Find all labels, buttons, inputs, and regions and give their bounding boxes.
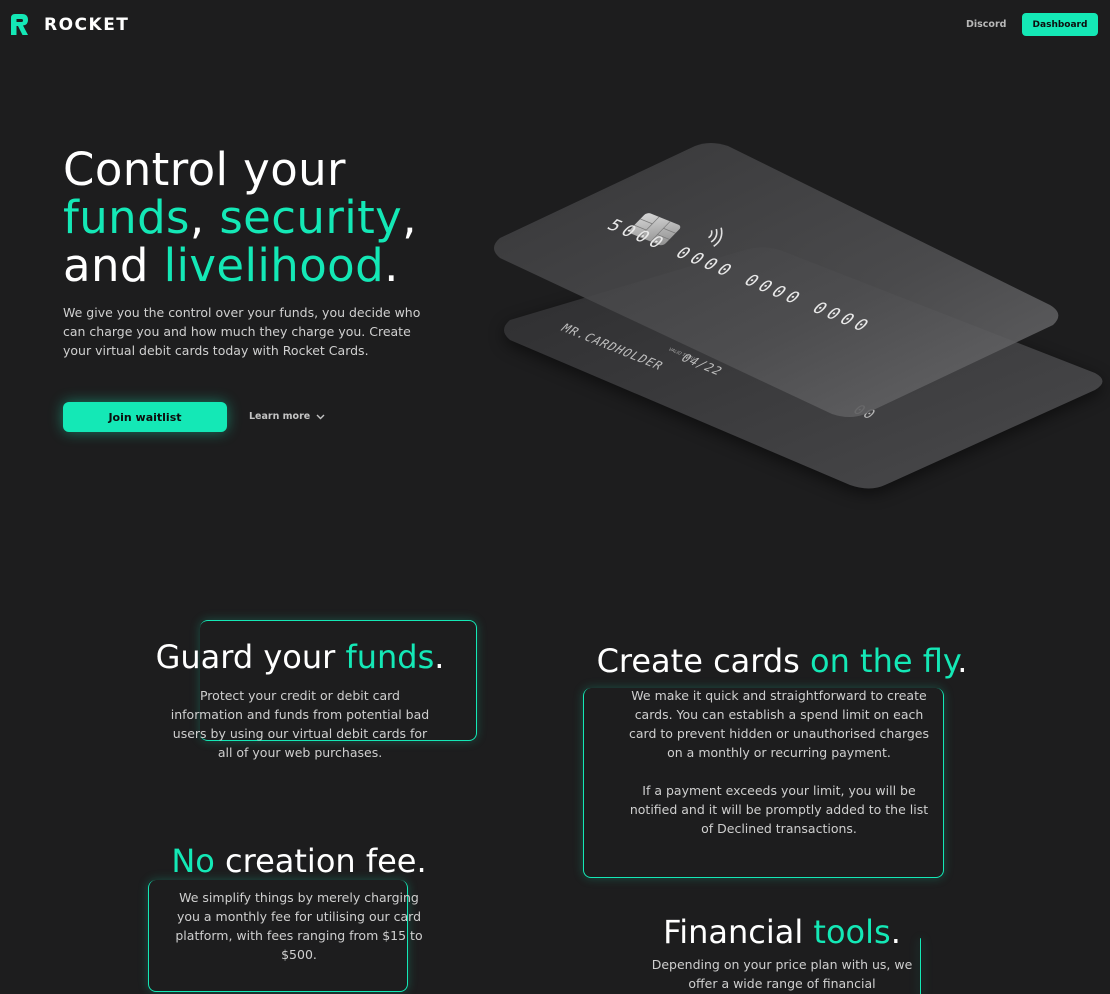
feature-guard-title-pre: Guard your	[155, 638, 346, 676]
feature-create-body: We make it quick and straightforward to …	[629, 688, 929, 760]
hero-title-and: and	[63, 239, 164, 292]
feature-guard-title-post: .	[434, 638, 445, 676]
feature-tools-body: Depending on your price plan with us, we…	[651, 957, 913, 991]
feature-financial-tools: Financial tools. Depending on your price…	[632, 913, 932, 993]
feature-fee-title-accent: No	[171, 842, 215, 880]
feature-guard-body: Protect your credit or debit card inform…	[170, 688, 430, 760]
feature-tools-title: Financial tools.	[632, 913, 932, 951]
dashboard-button[interactable]: Dashboard	[1022, 13, 1098, 36]
hero-title-comma2: ,	[402, 191, 417, 244]
hero-title-security: security	[219, 191, 403, 244]
feature-fee-title: No creation fee.	[140, 842, 458, 880]
feature-fee-title-post: creation fee.	[214, 842, 427, 880]
discord-link[interactable]: Discord	[966, 19, 1006, 30]
feature-tools-title-pre: Financial	[663, 913, 814, 951]
feature-no-fee: No creation fee. We simplify things by m…	[140, 842, 458, 964]
hero-title-line1: Control your	[63, 143, 346, 196]
hero-title-livelihood: livelihood	[163, 239, 385, 292]
hero-description: We give you the control over your funds,…	[63, 305, 421, 358]
feature-create-title: Create cards on the fly.	[572, 642, 992, 680]
learn-more-label: Learn more	[249, 411, 311, 422]
feature-create-cards: Create cards on the fly. We make it quic…	[572, 642, 992, 838]
feature-create-title-pre: Create cards	[596, 642, 811, 680]
chevron-down-icon	[316, 414, 325, 419]
hero-title-funds: funds	[63, 191, 190, 244]
feature-guard-title-accent: funds	[345, 638, 435, 676]
feature-create-body-2: If a payment exceeds your limit, you wil…	[629, 783, 929, 836]
top-nav: ROCKET Discord Dashboard	[0, 0, 1110, 50]
rocket-logo-icon	[11, 14, 28, 35]
feature-guard-funds: Guard your funds. Protect your credit or…	[140, 638, 460, 762]
feature-tools-title-accent: tools	[813, 913, 891, 951]
feature-fee-body: We simplify things by merely charging yo…	[175, 890, 423, 962]
hero-title-comma: ,	[189, 191, 220, 244]
feature-guard-title: Guard your funds.	[140, 638, 460, 676]
feature-create-title-post: .	[957, 642, 968, 680]
brand-logo[interactable]: ROCKET	[11, 14, 129, 35]
hero-title: Control your funds, security, and liveliho…	[63, 146, 503, 290]
brand-name: ROCKET	[44, 14, 130, 35]
feature-create-title-accent: on the fly	[810, 642, 958, 680]
feature-tools-title-post: .	[890, 913, 901, 951]
virtual-cards-illustration: MR.CARDHOLDER VALID THRU 04/22 00 5000 0…	[494, 143, 1103, 494]
join-waitlist-button[interactable]: Join waitlist	[63, 402, 227, 432]
learn-more-link[interactable]: Learn more	[249, 411, 325, 422]
hero-title-period: .	[384, 239, 399, 292]
